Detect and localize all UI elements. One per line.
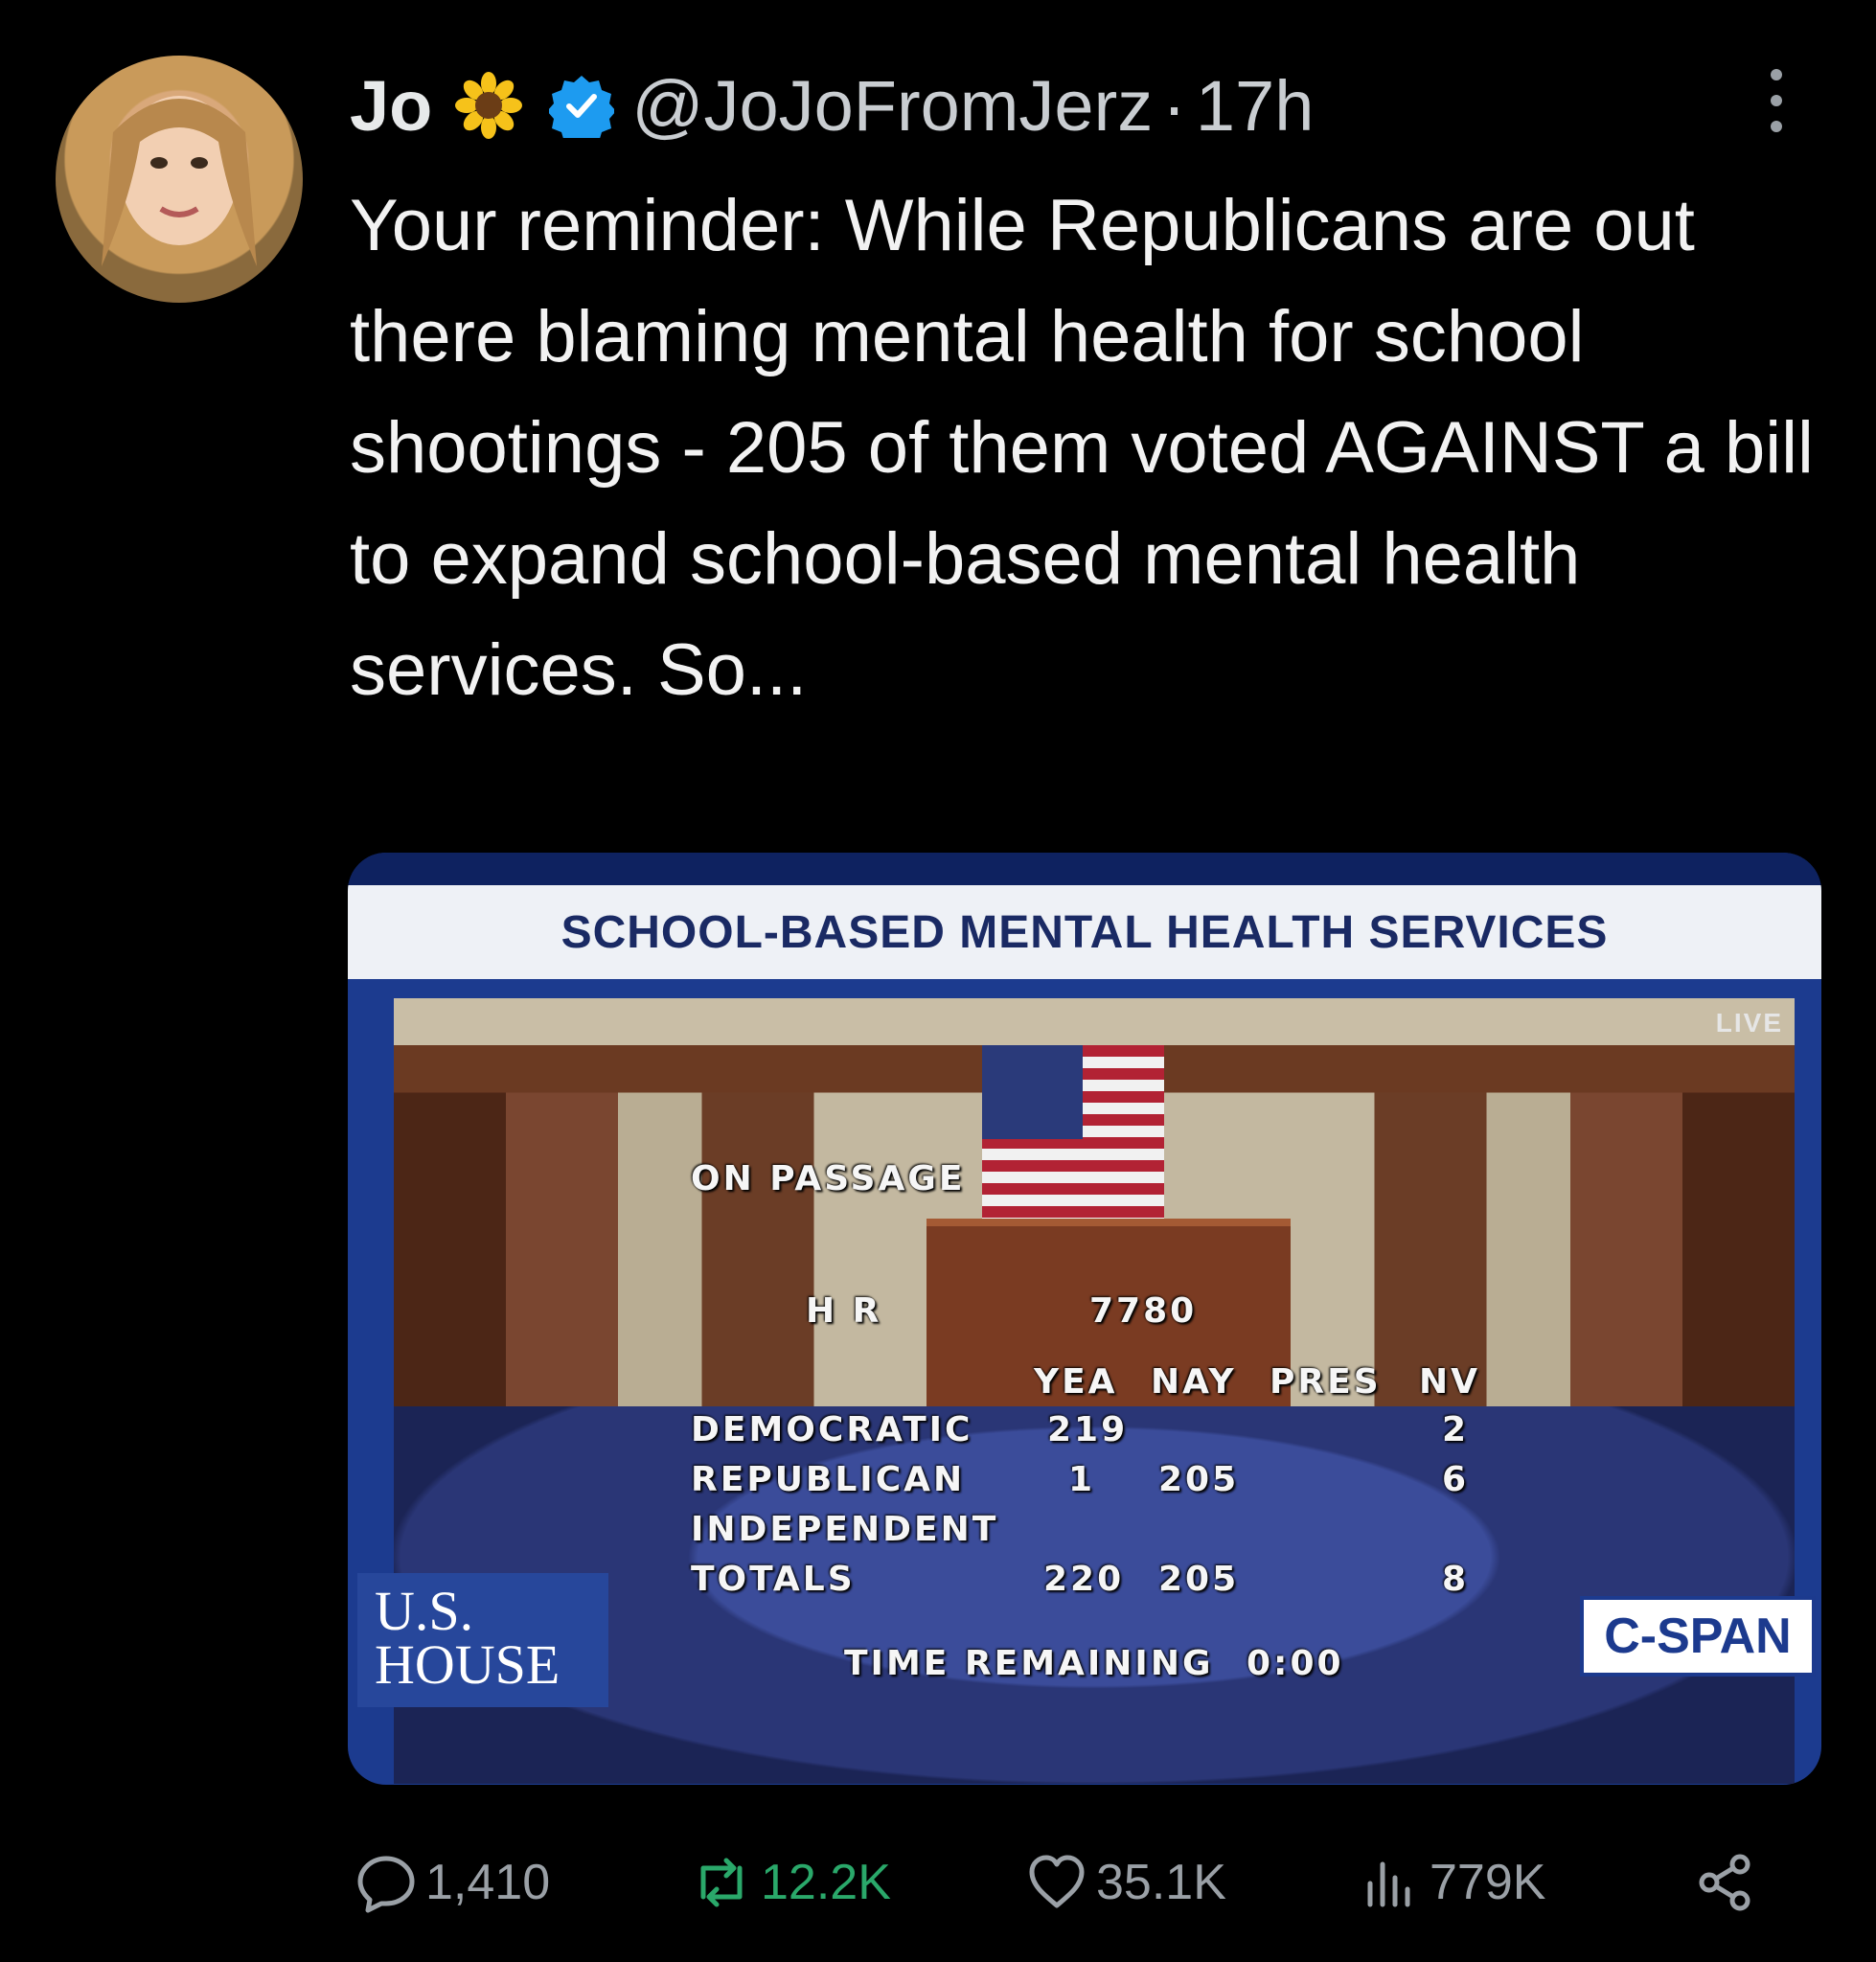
row-republican-nv: 6 — [1442, 1460, 1470, 1499]
author-avatar[interactable] — [56, 56, 303, 303]
american-flag-icon — [982, 1045, 1165, 1219]
reply-count: 1,410 — [425, 1855, 551, 1910]
row-democratic-yea: 219 — [1047, 1410, 1129, 1449]
share-button[interactable] — [1694, 1844, 1765, 1921]
media-banner-title: SCHOOL-BASED MENTAL HEALTH SERVICES — [348, 885, 1821, 979]
row-republican-nay: 205 — [1158, 1460, 1240, 1499]
bill-number: 7780 — [1089, 1291, 1198, 1331]
row-totals-nv: 8 — [1442, 1560, 1470, 1599]
tweet-actions-bar: 1,410 12.2K 35.1K 779K — [355, 1844, 1773, 1921]
row-party-republican: REPUBLICAN — [691, 1460, 966, 1499]
bill-prefix: H R — [806, 1291, 882, 1331]
view-count: 779K — [1430, 1855, 1546, 1910]
retweet-count: 12.2K — [761, 1855, 891, 1910]
row-totals-yea: 220 — [1043, 1560, 1125, 1599]
reply-button[interactable]: 1,410 — [355, 1844, 550, 1921]
tweet-media-image[interactable]: SCHOOL-BASED MENTAL HEALTH SERVICES LIVE… — [348, 853, 1821, 1785]
like-count: 35.1K — [1096, 1855, 1226, 1910]
row-totals-nay: 205 — [1158, 1560, 1240, 1599]
column-yea: YEA — [1034, 1362, 1118, 1402]
us-house-logo-line2: HOUSE — [375, 1633, 561, 1696]
row-party-totals: TOTALS — [691, 1560, 856, 1599]
like-button[interactable]: 35.1K — [1025, 1844, 1226, 1921]
views-chart-icon — [1367, 1861, 1410, 1907]
avatar-face — [102, 96, 257, 266]
author-handle[interactable]: @JoJoFromJerz — [631, 65, 1153, 147]
retweet-button[interactable]: 12.2K — [690, 1844, 891, 1921]
header-separator: · — [1162, 65, 1186, 146]
cspan-logo: C-SPAN — [1580, 1596, 1816, 1677]
author-name[interactable]: Jo — [350, 65, 432, 147]
us-house-logo-line1: U.S. — [375, 1580, 474, 1642]
tweet-header: Jo @JoJoFromJerz · 17h — [350, 65, 1314, 146]
row-party-independent: INDEPENDENT — [691, 1510, 999, 1549]
heart-icon — [1029, 1855, 1085, 1908]
tweet-text: Your reminder: While Republicans are out… — [350, 185, 1814, 711]
on-passage-label: ON PASSAGE — [691, 1159, 966, 1198]
us-house-logo: U.S. HOUSE — [357, 1573, 608, 1707]
time-remaining-label: TIME REMAINING — [844, 1644, 1214, 1683]
row-party-democratic: DEMOCRATIC — [691, 1410, 973, 1449]
views-button[interactable]: 779K — [1359, 1844, 1545, 1921]
row-democratic-nv: 2 — [1442, 1410, 1470, 1449]
column-pres: PRES — [1270, 1362, 1382, 1402]
reply-icon — [357, 1856, 415, 1913]
live-indicator: LIVE — [1715, 1008, 1783, 1038]
time-remaining-value: 0:00 — [1247, 1644, 1344, 1683]
tweet-timestamp[interactable]: 17h — [1196, 65, 1314, 147]
column-nay: NAY — [1151, 1362, 1237, 1402]
retweet-icon — [700, 1858, 743, 1907]
share-icon — [1699, 1854, 1750, 1911]
media-top-border — [348, 853, 1821, 885]
verified-badge-icon[interactable] — [549, 73, 615, 138]
row-republican-yea: 1 — [1068, 1460, 1096, 1499]
sunflower-emoji-icon — [455, 72, 523, 139]
more-options-icon[interactable] — [1765, 67, 1788, 134]
column-nv: NV — [1419, 1362, 1480, 1402]
